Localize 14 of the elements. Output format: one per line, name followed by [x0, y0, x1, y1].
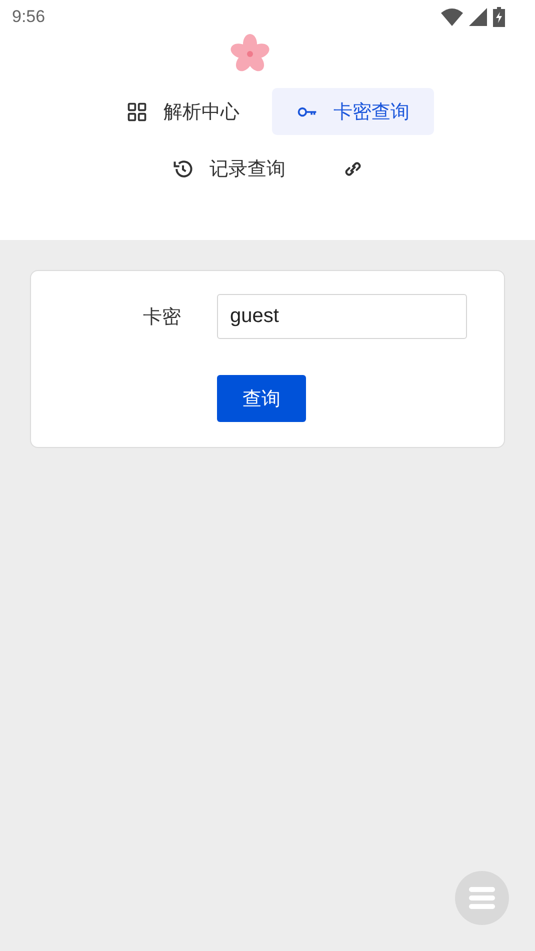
query-button[interactable]: 查询	[217, 375, 306, 422]
flower-icon	[230, 34, 270, 74]
history-icon	[172, 158, 194, 180]
grid-icon	[126, 100, 148, 122]
nav-tab[interactable]: 卡密查询	[272, 88, 434, 135]
input-field[interactable]: guest	[217, 294, 467, 339]
battery-icon	[493, 7, 505, 27]
signal-icon	[469, 8, 487, 26]
menu-icon	[469, 887, 495, 909]
nav-tab[interactable]: 解析中心	[102, 88, 264, 135]
wifi-icon	[441, 8, 463, 26]
field-label: 卡密	[142, 304, 182, 330]
status-time: 9:56	[12, 7, 46, 27]
nav-tab[interactable]: 记录查询	[148, 145, 310, 192]
